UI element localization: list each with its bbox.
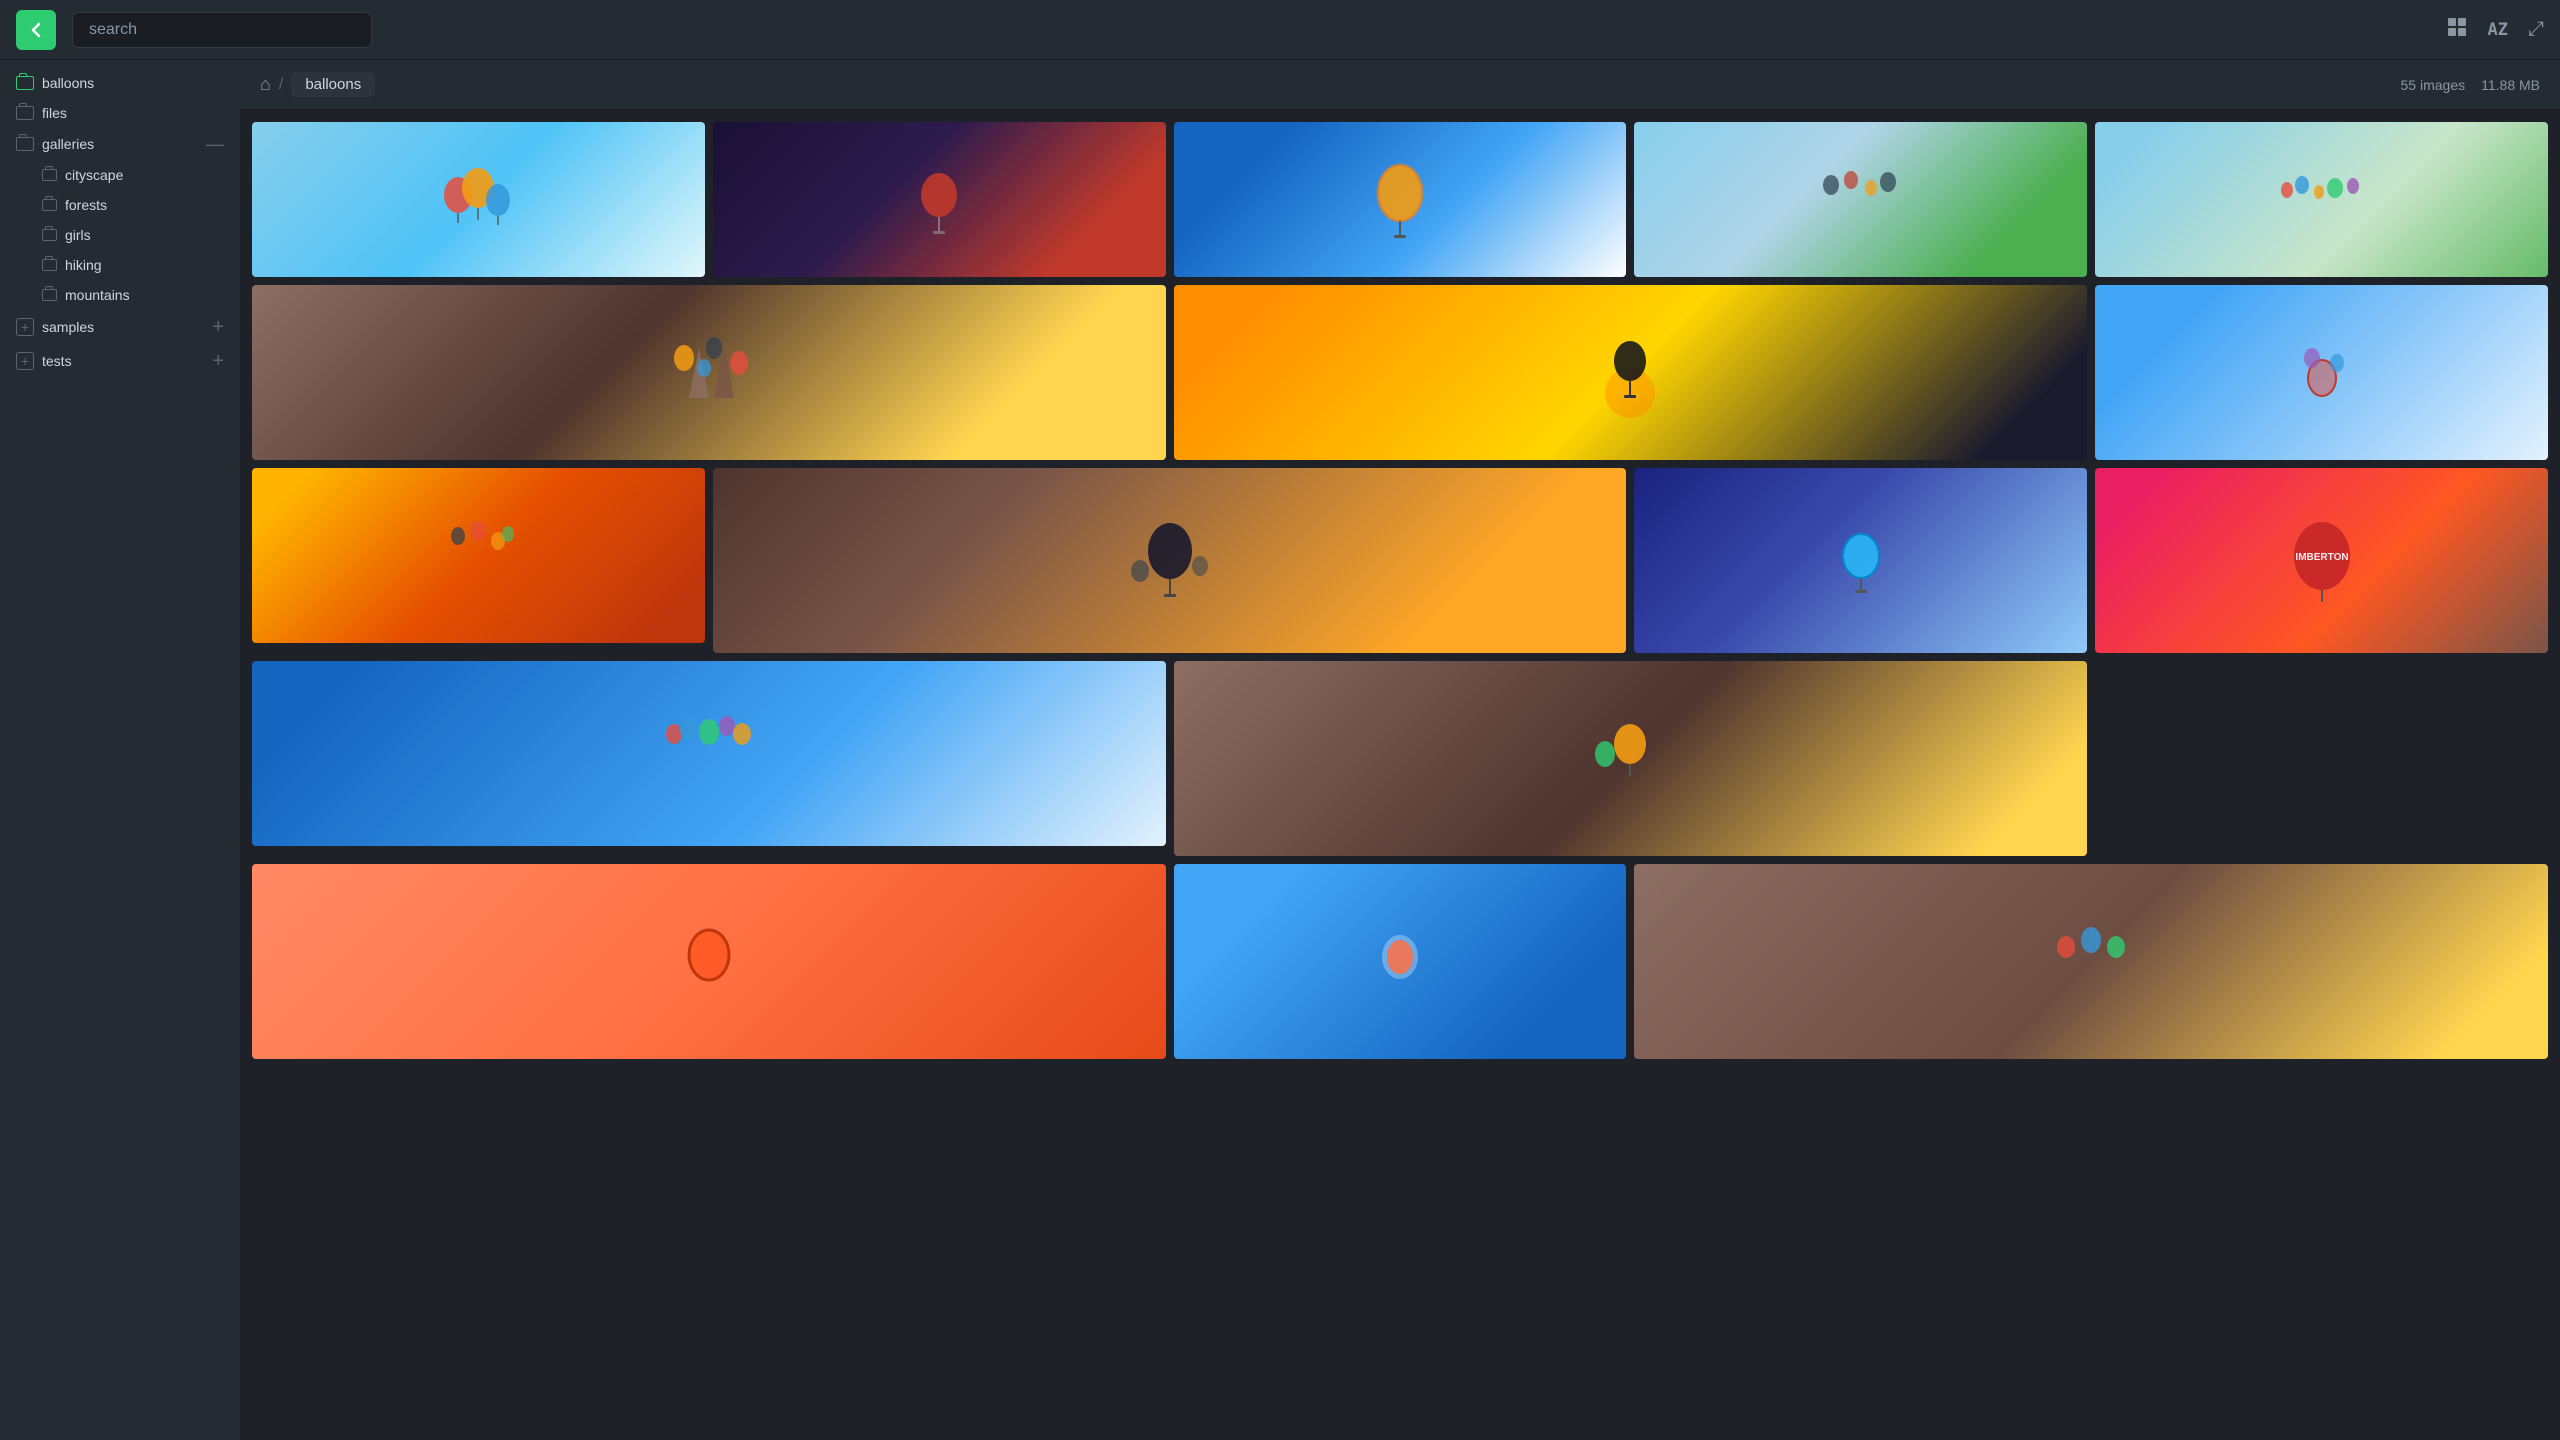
image-cell[interactable]: [252, 661, 1166, 846]
sidebar-item-galleries[interactable]: galleries —: [0, 128, 240, 160]
search-input[interactable]: [72, 12, 372, 48]
sidebar-item-balloons[interactable]: balloons: [0, 68, 240, 98]
image-cell[interactable]: [1634, 468, 2087, 653]
sidebar-label-galleries: galleries: [42, 136, 198, 152]
expand-samples-icon: +: [16, 318, 34, 336]
topbar-icons: AZ ⤢: [2446, 16, 2544, 44]
sidebar-item-hiking[interactable]: hiking: [0, 250, 240, 280]
file-size: 11.88 MB: [2481, 77, 2540, 93]
sidebar-item-samples[interactable]: + samples +: [0, 310, 240, 344]
sidebar-item-girls[interactable]: girls: [0, 220, 240, 250]
image-cell[interactable]: [1634, 864, 2548, 1059]
image-cell[interactable]: [252, 285, 1166, 460]
breadcrumb-current-folder: balloons: [291, 72, 375, 97]
sidebar-label-files: files: [42, 105, 224, 121]
sidebar-item-files[interactable]: files: [0, 98, 240, 128]
sidebar-label-girls: girls: [65, 227, 224, 243]
sidebar-item-tests[interactable]: + tests +: [0, 344, 240, 378]
sidebar-label-forests: forests: [65, 197, 224, 213]
image-cell[interactable]: [713, 468, 1627, 653]
image-cell[interactable]: [713, 122, 1166, 277]
image-cell[interactable]: [252, 122, 705, 277]
expand-tests-icon: +: [16, 352, 34, 370]
sidebar-item-cityscape[interactable]: cityscape: [0, 160, 240, 190]
sidebar-label-hiking: hiking: [65, 257, 224, 273]
add-tests-icon[interactable]: +: [212, 351, 224, 371]
grid-view-icon[interactable]: [2446, 16, 2468, 44]
image-cell[interactable]: [1174, 122, 1627, 277]
sort-az-icon[interactable]: AZ: [2488, 20, 2508, 40]
main-layout: balloons files galleries — cityscape for…: [0, 60, 2560, 1440]
image-cell[interactable]: [252, 864, 1166, 1059]
topbar: AZ ⤢: [0, 0, 2560, 60]
sidebar-label-balloons: balloons: [42, 75, 224, 91]
sidebar-label-samples: samples: [42, 319, 204, 335]
image-cell[interactable]: [2095, 122, 2548, 277]
back-button[interactable]: [16, 10, 56, 50]
sidebar-item-forests[interactable]: forests: [0, 190, 240, 220]
image-cell[interactable]: IMBERTON: [2095, 468, 2548, 653]
content-area: ⌂ / balloons 55 images 11.88 MB: [240, 60, 2560, 1440]
collapse-icon: —: [206, 135, 224, 153]
expand-button[interactable]: ⤢: [2528, 18, 2544, 41]
image-cell[interactable]: [1174, 864, 1627, 1059]
breadcrumb: ⌂ / balloons 55 images 11.88 MB: [240, 60, 2560, 110]
image-grid: IMBERTON: [240, 110, 2560, 1440]
sidebar-item-mountains[interactable]: mountains: [0, 280, 240, 310]
breadcrumb-separator: /: [279, 76, 283, 94]
sidebar-label-tests: tests: [42, 353, 204, 369]
image-cell[interactable]: [252, 468, 705, 643]
sidebar-label-cityscape: cityscape: [65, 167, 224, 183]
sidebar-label-mountains: mountains: [65, 287, 224, 303]
image-count: 55 images: [2401, 77, 2466, 93]
home-icon[interactable]: ⌂: [260, 74, 271, 95]
image-cell[interactable]: [1174, 661, 2088, 856]
add-samples-icon[interactable]: +: [212, 317, 224, 337]
sidebar: balloons files galleries — cityscape for…: [0, 60, 240, 1440]
svg-text:IMBERTON: IMBERTON: [2295, 552, 2348, 563]
image-cell[interactable]: [1174, 285, 2088, 460]
image-cell[interactable]: [2095, 285, 2548, 460]
image-cell[interactable]: [1634, 122, 2087, 277]
